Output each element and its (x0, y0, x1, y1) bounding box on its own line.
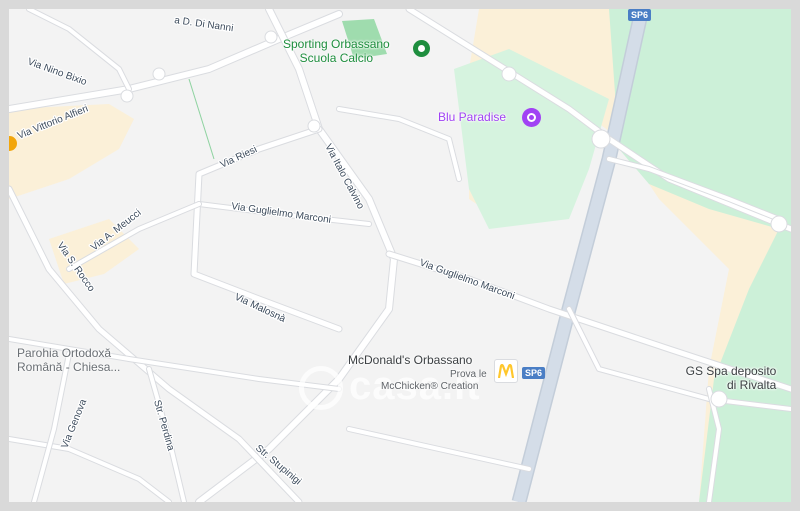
poi-parohia-ortodoxa[interactable]: Parohia Ortodoxă Română - Chiesa... (17, 346, 120, 374)
map-canvas[interactable]: a D. Di Nanni Via Nino Bixio Via Vittori… (9, 9, 791, 502)
mcdonalds-promo-line2: McChicken® Creation (381, 381, 479, 392)
parohia-line1: Parohia Ortodoxă (17, 346, 112, 360)
gs-spa-line2: di Rivalta (727, 378, 777, 392)
poi-mcdonalds-promo: Prova le (450, 369, 487, 381)
poi-sporting-line2: Scuola Calcio (299, 51, 374, 65)
route-shield-sp6-top: SP6 (628, 9, 652, 21)
gs-spa-line1: GS Spa deposito (685, 364, 777, 378)
poi-sporting-orbassano[interactable]: Sporting Orbassano Scuola Calcio (283, 37, 390, 65)
entertainment-pin-icon[interactable] (522, 108, 541, 127)
map-view[interactable]: a D. Di Nanni Via Nino Bixio Via Vittori… (9, 9, 791, 502)
poi-blu-paradise[interactable]: Blu Paradise (438, 110, 506, 124)
mcdonalds-logo-icon[interactable] (494, 359, 518, 383)
sports-pin-icon[interactable] (413, 40, 430, 57)
mcdonalds-promo-line1: Prova le (450, 369, 487, 380)
poi-gs-spa[interactable]: GS Spa deposito di Rivalta (685, 364, 777, 392)
poi-sporting-line1: Sporting Orbassano (283, 37, 390, 51)
poi-mcdonalds-orbassano[interactable]: McDonald's Orbassano (348, 353, 472, 367)
parohia-line2: Română - Chiesa... (17, 360, 121, 374)
route-shield-sp6-middle: SP6 (522, 367, 546, 379)
